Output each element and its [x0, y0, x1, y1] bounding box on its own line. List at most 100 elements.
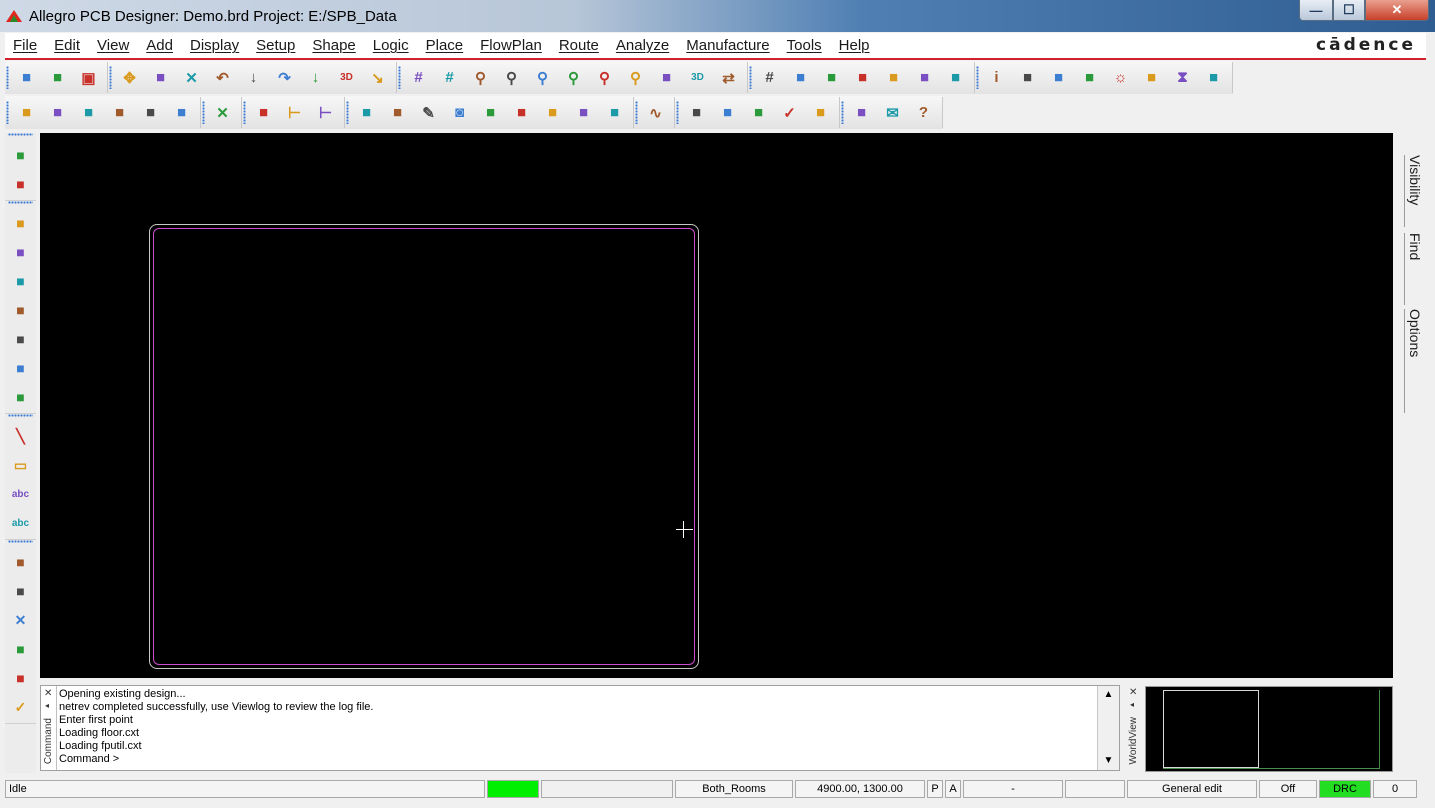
mail-icon[interactable]: ✉ [879, 99, 906, 126]
window-icon[interactable]: ■ [848, 99, 875, 126]
bulb-icon[interactable]: ■ [1138, 64, 1165, 91]
menu-tools[interactable]: Tools [779, 37, 831, 54]
redo-icon[interactable]: ↷ [271, 64, 298, 91]
tab-options[interactable]: Options [1404, 309, 1423, 413]
menu-help[interactable]: Help [831, 37, 879, 54]
pick-relative-button[interactable]: A [945, 780, 961, 798]
minimize-button[interactable]: — [1299, 0, 1333, 21]
zoom-window-icon[interactable]: ⚲ [498, 64, 525, 91]
design-canvas[interactable] [40, 133, 1393, 678]
component-icon[interactable]: ■ [250, 99, 277, 126]
shape-select-icon[interactable]: ■ [137, 99, 164, 126]
move-icon[interactable]: ✥ [116, 64, 143, 91]
menu-add[interactable]: Add [138, 37, 182, 54]
menu-manufacture[interactable]: Manufacture [678, 37, 778, 54]
delete-icon[interactable]: ✕ [178, 64, 205, 91]
refdes-icon[interactable]: ■ [477, 99, 504, 126]
wrench-icon[interactable]: ✎ [415, 99, 442, 126]
redraw-icon[interactable]: ■ [653, 64, 680, 91]
menu-setup[interactable]: Setup [248, 37, 304, 54]
menu-route[interactable]: Route [551, 37, 608, 54]
help-icon[interactable]: ? [910, 99, 937, 126]
menu-view[interactable]: View [89, 37, 138, 54]
menu-analyze[interactable]: Analyze [608, 37, 678, 54]
shape-check-icon[interactable]: ✓ [8, 694, 33, 720]
menu-place[interactable]: Place [418, 37, 473, 54]
report-icon[interactable]: ■ [683, 99, 710, 126]
menu-logic[interactable]: Logic [365, 37, 418, 54]
arrow-left-icon[interactable]: ◂ [45, 701, 49, 710]
vertex-icon[interactable]: ■ [8, 578, 33, 604]
tab-find[interactable]: Find [1404, 233, 1423, 305]
odb-icon[interactable]: ■ [353, 99, 380, 126]
pick-absolute-button[interactable]: P [927, 780, 943, 798]
place-manual-icon[interactable]: ■ [8, 142, 33, 168]
edit-text-icon[interactable]: abc [8, 510, 33, 536]
menu-display[interactable]: Display [182, 37, 248, 54]
add-line-icon[interactable]: ╲ [8, 423, 33, 449]
menu-file[interactable]: File [5, 37, 46, 54]
testpoint-icon[interactable]: ■ [570, 99, 597, 126]
phase-tune-icon[interactable]: ■ [8, 384, 33, 410]
import-icon[interactable]: ↓ [240, 64, 267, 91]
delete-vertex-icon[interactable]: ✕ [8, 607, 33, 633]
bus-icon[interactable]: ■ [8, 355, 33, 381]
undo-icon[interactable]: ↶ [209, 64, 236, 91]
edit-icon[interactable]: ■ [807, 99, 834, 126]
grid-icon[interactable]: # [436, 64, 463, 91]
menu-edit[interactable]: Edit [46, 37, 89, 54]
via-icon[interactable]: ■ [8, 636, 33, 662]
place-quick-icon[interactable]: ■ [8, 171, 33, 197]
shape-add-icon[interactable]: ■ [13, 99, 40, 126]
film-icon[interactable]: ■ [880, 64, 907, 91]
table-icon[interactable]: ■ [911, 64, 938, 91]
artwork-icon[interactable]: ■ [384, 99, 411, 126]
shape-cutout-icon[interactable]: ■ [8, 665, 33, 691]
pin-icon[interactable]: ↘ [364, 64, 391, 91]
layers-icon[interactable]: ■ [849, 64, 876, 91]
worldview-viewport-rect[interactable] [1163, 690, 1259, 768]
board-icon[interactable]: ■ [942, 64, 969, 91]
check-icon[interactable]: ✓ [776, 99, 803, 126]
layer-visibility-icon[interactable]: ■ [818, 64, 845, 91]
zoom-previous-icon[interactable]: ⚲ [591, 64, 618, 91]
shape-void-icon[interactable]: ■ [106, 99, 133, 126]
worldview-panel[interactable] [1145, 686, 1393, 772]
dimension-icon[interactable]: ⊢ [281, 99, 308, 126]
drill-icon[interactable]: ■ [539, 99, 566, 126]
flip-icon[interactable]: ⇄ [715, 64, 742, 91]
menu-shape[interactable]: Shape [304, 37, 364, 54]
command-scrollbar[interactable]: ▲ ▼ [1097, 686, 1119, 770]
maximize-button[interactable]: ☐ [1333, 0, 1365, 21]
zoom-selection-icon[interactable]: ⚲ [622, 64, 649, 91]
3d-view-icon[interactable]: 3D [684, 64, 711, 91]
shape-merge-icon[interactable]: ■ [75, 99, 102, 126]
zoom-in-icon[interactable]: ⚲ [529, 64, 556, 91]
open-folder-icon[interactable]: ■ [44, 64, 71, 91]
delete-unplaced-icon[interactable]: ✕ [209, 99, 236, 126]
stop-icon[interactable]: ■ [1200, 64, 1227, 91]
camera-icon[interactable]: ◙ [446, 99, 473, 126]
measure-icon[interactable]: ■ [1045, 64, 1072, 91]
info-icon[interactable]: i [983, 64, 1010, 91]
hourglass-icon[interactable]: ⧗ [1169, 64, 1196, 91]
grid-toggle-icon[interactable]: # [756, 64, 783, 91]
scroll-down-icon[interactable]: ▼ [1098, 752, 1119, 770]
copy-icon[interactable]: ■ [147, 64, 174, 91]
zoom-fit-icon[interactable]: ⚲ [467, 64, 494, 91]
property-icon[interactable]: ■ [1014, 64, 1041, 91]
shape-edit-icon[interactable]: ■ [44, 99, 71, 126]
new-file-icon[interactable]: ■ [13, 64, 40, 91]
database-icon[interactable]: ■ [745, 99, 772, 126]
menu-flowplan[interactable]: FlowPlan [472, 37, 551, 54]
add-connect-icon[interactable]: ■ [8, 210, 33, 236]
gloss-icon[interactable]: ■ [714, 99, 741, 126]
add-rect-icon[interactable]: ▭ [8, 452, 33, 478]
export-icon[interactable]: ↓ [302, 64, 329, 91]
command-window[interactable]: ✕ ◂ Command Opening existing design... ne… [40, 685, 1120, 771]
spread-icon[interactable]: ■ [8, 326, 33, 352]
view-3d-ball-icon[interactable]: 3D [333, 64, 360, 91]
scroll-up-icon[interactable]: ▲ [1098, 686, 1119, 704]
custom-smooth-icon[interactable]: ■ [8, 549, 33, 575]
save-icon[interactable]: ▣ [75, 64, 102, 91]
